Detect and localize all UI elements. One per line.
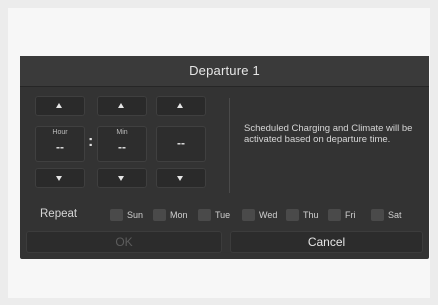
minute-down-button[interactable] (97, 168, 147, 188)
departure-dialog: Departure 1 Hour -- : Min -- -- Schedule… (20, 56, 429, 259)
chevron-down-icon (118, 176, 124, 181)
checkbox-icon (198, 209, 211, 221)
minute-value: -- (118, 140, 126, 154)
hour-up-button[interactable] (35, 96, 85, 116)
checkbox-icon (371, 209, 384, 221)
ampm-up-button[interactable] (156, 96, 206, 116)
chevron-down-icon (56, 176, 62, 181)
ampm-field[interactable]: -- (156, 126, 206, 162)
chevron-up-icon (56, 103, 62, 108)
checkbox-icon (328, 209, 341, 221)
screen: Departure 1 Hour -- : Min -- -- Schedule… (0, 0, 438, 305)
dialog-title: Departure 1 (189, 63, 260, 78)
hour-field[interactable]: Hour -- (35, 126, 85, 162)
minute-up-button[interactable] (97, 96, 147, 116)
hour-label: Hour (52, 129, 68, 136)
ampm-down-button[interactable] (156, 168, 206, 188)
day-label: Wed (259, 210, 278, 220)
chevron-up-icon (118, 103, 124, 108)
checkbox-icon (110, 209, 123, 221)
ok-button[interactable]: OK (26, 231, 222, 253)
checkbox-icon (242, 209, 255, 221)
time-separator: : (88, 133, 94, 150)
day-label: Mon (170, 210, 188, 220)
checkbox-icon (153, 209, 166, 221)
hour-value: -- (56, 140, 64, 154)
minute-label: Min (116, 129, 128, 136)
divider (229, 98, 230, 193)
hour-down-button[interactable] (35, 168, 85, 188)
day-label: Tue (215, 210, 231, 220)
info-text: Scheduled Charging and Climate will be a… (244, 123, 413, 145)
minute-field[interactable]: Min -- (97, 126, 147, 162)
checkbox-icon (286, 209, 299, 221)
day-label: Fri (345, 210, 356, 220)
day-label: Sat (388, 210, 402, 220)
repeat-label: Repeat (40, 208, 78, 220)
cancel-button[interactable]: Cancel (230, 231, 423, 253)
dialog-header: Departure 1 (20, 56, 429, 87)
chevron-down-icon (177, 176, 183, 181)
chevron-up-icon (177, 103, 183, 108)
day-label: Thu (303, 210, 319, 220)
ampm-value: -- (177, 136, 185, 150)
day-label: Sun (127, 210, 144, 220)
